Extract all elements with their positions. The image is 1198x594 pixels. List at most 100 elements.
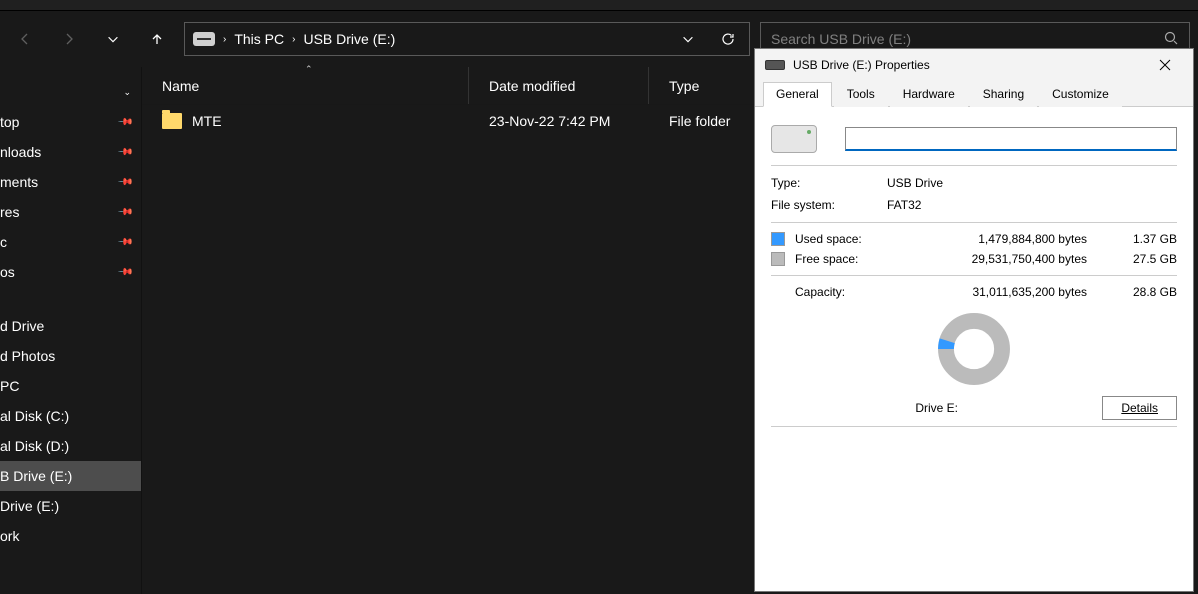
free-swatch [771, 252, 785, 266]
capacity-label: Capacity: [795, 285, 895, 299]
sidebar-item-label: al Disk (C:) [0, 408, 69, 424]
search-input[interactable] [771, 31, 1155, 47]
tab-general[interactable]: General [763, 82, 832, 107]
column-name-label: Name [162, 78, 199, 94]
sidebar-item[interactable]: c📌 [0, 227, 141, 257]
filesystem-value: FAT32 [887, 198, 921, 212]
used-human: 1.37 GB [1105, 232, 1177, 246]
breadcrumb: › This PC › USB Drive (E:) [189, 31, 665, 47]
sidebar-item[interactable]: PC [0, 371, 141, 401]
tab-customize[interactable]: Customize [1039, 82, 1122, 107]
dialog-title: USB Drive (E:) Properties [793, 58, 1135, 72]
type-label: Type: [771, 176, 881, 190]
sidebar-item[interactable]: B Drive (E:) [0, 461, 141, 491]
pin-icon: 📌 [116, 234, 133, 251]
sidebar-item-label: res [0, 204, 19, 220]
divider [771, 426, 1177, 427]
address-bar[interactable]: › This PC › USB Drive (E:) [184, 22, 750, 56]
divider [771, 165, 1177, 166]
tab-sharing[interactable]: Sharing [970, 82, 1037, 107]
sidebar-item-label: d Photos [0, 348, 55, 364]
sidebar-item[interactable]: top 📌 [0, 107, 141, 137]
pin-icon: 📌 [116, 204, 133, 221]
pin-icon: 📌 [116, 114, 133, 131]
forward-button[interactable] [52, 22, 86, 56]
sidebar-item[interactable]: ork [0, 521, 141, 551]
pin-icon: 📌 [116, 264, 133, 281]
sidebar-item-label: c [0, 234, 7, 250]
sidebar-item-label: os [0, 264, 15, 280]
sidebar-item[interactable]: al Disk (D:) [0, 431, 141, 461]
dialog-body: Type: USB Drive File system: FAT32 Used … [755, 107, 1193, 591]
sidebar-item-label: ork [0, 528, 19, 544]
sort-asc-icon: ⌃ [305, 64, 313, 75]
up-button[interactable] [140, 22, 174, 56]
back-button[interactable] [8, 22, 42, 56]
sidebar-item-label: Drive (E:) [0, 498, 59, 514]
type-value: USB Drive [887, 176, 943, 190]
dialog-tabs: GeneralToolsHardwareSharingCustomize [755, 81, 1193, 107]
drive-icon-large [771, 125, 817, 153]
properties-dialog: USB Drive (E:) Properties GeneralToolsHa… [754, 48, 1194, 592]
sidebar-item[interactable]: os 📌 [0, 257, 141, 287]
sidebar-item[interactable]: d Drive [0, 311, 141, 341]
sidebar-item-label: nloads [0, 144, 41, 160]
drive-icon [193, 32, 215, 46]
search-icon[interactable] [1163, 30, 1179, 49]
refresh-button[interactable] [711, 22, 745, 56]
sidebar-item[interactable]: ments 📌 [0, 167, 141, 197]
sidebar-item-label: top [0, 114, 19, 130]
chevron-right-icon[interactable]: › [292, 34, 295, 45]
chevron-right-icon[interactable]: › [223, 34, 226, 45]
tab-hardware[interactable]: Hardware [890, 82, 968, 107]
close-button[interactable] [1143, 49, 1187, 81]
free-bytes: 29,531,750,400 bytes [895, 252, 1105, 266]
sidebar-item-label: al Disk (D:) [0, 438, 69, 454]
drive-caption: Drive E: [771, 401, 1102, 415]
chevron-down-icon: ⌄ [123, 87, 131, 98]
column-date[interactable]: Date modified [469, 67, 649, 104]
file-date: 23-Nov-22 7:42 PM [469, 113, 649, 129]
usage-donut-chart [937, 312, 1011, 386]
sidebar-item[interactable]: al Disk (C:) [0, 401, 141, 431]
pin-icon: 📌 [116, 144, 133, 161]
address-history-button[interactable] [671, 22, 705, 56]
used-bytes: 1,479,884,800 bytes [895, 232, 1105, 246]
details-button[interactable]: Details [1102, 396, 1177, 420]
used-swatch [771, 232, 785, 246]
file-name: MTE [192, 113, 222, 129]
sidebar-item-label: d Drive [0, 318, 44, 334]
drive-icon [765, 60, 785, 70]
breadcrumb-this-pc[interactable]: This PC [234, 31, 284, 47]
used-label: Used space: [795, 232, 895, 246]
capacity-human: 28.8 GB [1105, 285, 1177, 299]
sidebar-item-label: B Drive (E:) [0, 468, 72, 484]
free-human: 27.5 GB [1105, 252, 1177, 266]
navigation-sidebar: ⌄ top📌nloads📌ments📌res📌c📌os📌 d Drived Ph… [0, 67, 142, 594]
file-type: File folder [649, 113, 750, 129]
column-type[interactable]: Type [649, 67, 764, 104]
recent-button[interactable] [96, 22, 130, 56]
sidebar-item[interactable]: res 📌 [0, 197, 141, 227]
capacity-bytes: 31,011,635,200 bytes [895, 285, 1105, 299]
filesystem-label: File system: [771, 198, 881, 212]
sidebar-item[interactable]: ⌄ [0, 77, 141, 107]
breadcrumb-current[interactable]: USB Drive (E:) [303, 31, 395, 47]
column-date-label: Date modified [489, 78, 575, 94]
tab-tools[interactable]: Tools [834, 82, 888, 107]
sidebar-item-label: ments [0, 174, 38, 190]
sidebar-item-label: PC [0, 378, 19, 394]
divider [771, 222, 1177, 223]
window-titlebar [0, 0, 1198, 11]
column-name[interactable]: ⌃ Name [142, 67, 469, 104]
folder-icon [162, 113, 182, 129]
dialog-titlebar[interactable]: USB Drive (E:) Properties [755, 49, 1193, 81]
sidebar-item[interactable]: nloads 📌 [0, 137, 141, 167]
column-type-label: Type [669, 78, 699, 94]
free-label: Free space: [795, 252, 895, 266]
pin-icon: 📌 [116, 174, 133, 191]
divider [771, 275, 1177, 276]
sidebar-item[interactable]: Drive (E:) [0, 491, 141, 521]
sidebar-item[interactable]: d Photos [0, 341, 141, 371]
drive-label-input[interactable] [845, 127, 1177, 151]
